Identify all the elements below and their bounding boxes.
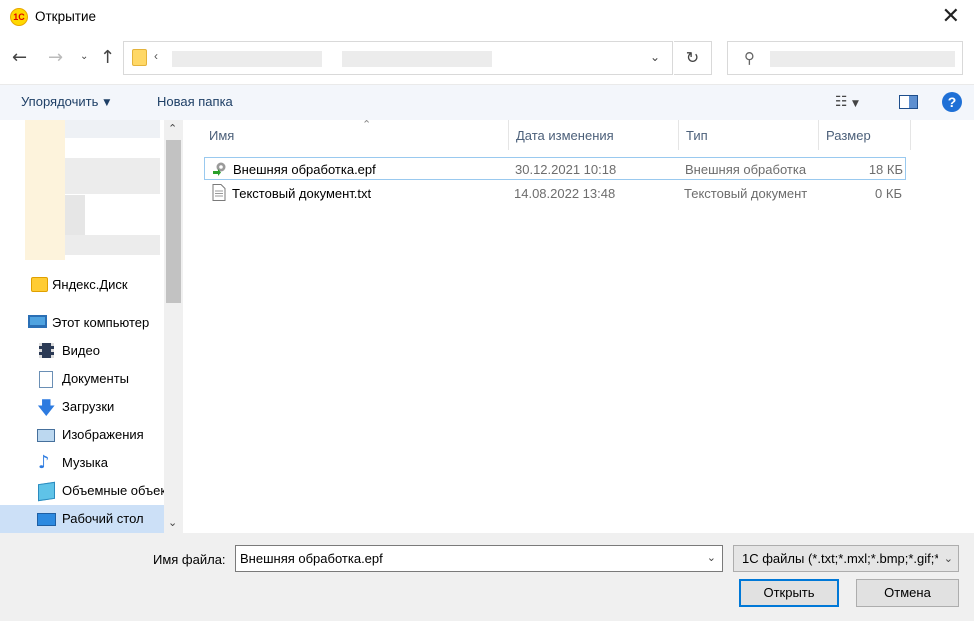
address-path-redacted [342, 51, 492, 67]
filename-input[interactable] [236, 546, 696, 571]
desktop-icon [37, 513, 56, 526]
redacted-area [65, 195, 85, 235]
view-options-icon[interactable]: ☷ ▼ [835, 94, 859, 110]
caret-down-icon: ▼ [103, 98, 111, 108]
sidebar-item-this-pc[interactable]: Этот компьютер [0, 309, 164, 337]
column-header-label: Имя [209, 128, 235, 143]
organize-label: Упорядочить [21, 94, 99, 109]
arrow-up-icon[interactable]: ↑ [100, 47, 115, 68]
dialog-footer: Имя файла: ⌄ 1С файлы (*.txt;*.mxl;*.bmp… [0, 533, 974, 621]
sidebar-item-label: Изображения [62, 427, 144, 442]
navigation-scrollbar[interactable]: ⌃ ⌄ [164, 120, 183, 533]
arrow-left-icon[interactable]: ← [12, 47, 27, 68]
documents-icon [39, 371, 53, 388]
file-type-filter-value: 1С файлы (*.txt;*.mxl;*.bmp;*.gif;*.jpg;… [742, 551, 938, 566]
navigation-pane: Яндекс.Диск Этот компьютер Видео Докумен… [0, 120, 185, 533]
sidebar-item-label: Яндекс.Диск [52, 277, 128, 292]
video-icon [39, 343, 54, 358]
table-row[interactable]: Внешняя обработка.epf 30.12.2021 10:18 В… [204, 157, 906, 180]
window-title: Открытие [35, 9, 97, 24]
organize-button[interactable]: Упорядочить ▼ [21, 94, 110, 109]
column-header-label: Дата изменения [516, 128, 614, 143]
column-header-label: Тип [686, 128, 708, 143]
file-type-filter[interactable]: 1С файлы (*.txt;*.mxl;*.bmp;*.gif;*.jpg;… [733, 545, 959, 572]
yandex-disk-icon [31, 277, 48, 292]
search-placeholder-redacted [770, 51, 955, 67]
external-processing-icon [212, 160, 228, 177]
column-header-type[interactable]: Тип [679, 120, 819, 150]
redacted-area [65, 120, 160, 138]
file-name: Внешняя обработка.epf [233, 162, 376, 177]
toolbar: Упорядочить ▼ Новая папка ☷ ▼ ? [0, 84, 974, 120]
column-header-date[interactable]: Дата изменения [509, 120, 679, 150]
sidebar-item-music[interactable]: ♪ Музыка [0, 449, 164, 477]
address-bar[interactable]: ‹ ⌄ [123, 41, 673, 75]
filename-label: Имя файла: [153, 552, 226, 567]
filename-field[interactable]: ⌄ [235, 545, 723, 572]
downloads-icon: 🡇 [37, 398, 56, 419]
column-header-label: Размер [826, 128, 871, 143]
chevron-down-icon[interactable]: ⌄ [707, 551, 716, 564]
sidebar-item-video[interactable]: Видео [0, 337, 164, 365]
sidebar-item-label: Документы [62, 371, 130, 386]
close-icon[interactable]: ✕ [942, 4, 960, 29]
file-type: Текстовый документ [684, 186, 808, 201]
title-bar: 1С Открытие ✕ [0, 0, 974, 34]
search-input[interactable]: ⚲ [727, 41, 963, 75]
arrow-right-icon[interactable]: → [48, 47, 63, 68]
file-name: Текстовый документ.txt [232, 186, 372, 201]
sidebar-item-label: Рабочий стол [62, 511, 144, 526]
address-separator: ‹ [154, 49, 158, 63]
file-date: 30.12.2021 10:18 [515, 162, 617, 177]
chevron-up-icon[interactable]: ⌃ [168, 122, 177, 135]
table-row[interactable]: Текстовый документ.txt 14.08.2022 13:48 … [204, 182, 906, 205]
sidebar-item-label: Объемные объекты [62, 483, 164, 498]
app-logo-icon: 1С [10, 8, 28, 26]
open-button[interactable]: Открыть [739, 579, 839, 607]
chevron-down-icon[interactable]: ⌄ [650, 50, 660, 64]
file-size: 18 КБ [868, 162, 903, 177]
column-header-name[interactable]: ⌃ Имя [202, 118, 509, 150]
3d-objects-icon [38, 481, 55, 502]
sidebar-item-pictures[interactable]: Изображения [0, 421, 164, 449]
sidebar-item-documents[interactable]: Документы [0, 365, 164, 393]
sort-ascending-icon: ⌃ [362, 118, 372, 131]
sidebar-item-label: Видео [62, 343, 100, 358]
address-path-redacted [172, 51, 322, 67]
cancel-button[interactable]: Отмена [856, 579, 959, 607]
sidebar-item-label: Загрузки [62, 399, 115, 414]
sidebar-item-yandex-disk[interactable]: Яндекс.Диск [0, 271, 164, 299]
redacted-area [65, 235, 160, 255]
sidebar-item-label: Музыка [62, 455, 108, 470]
pictures-icon [37, 429, 55, 442]
redacted-area [25, 120, 65, 260]
file-type: Внешняя обработка [685, 162, 807, 177]
sidebar-item-downloads[interactable]: 🡇 Загрузки [0, 393, 164, 421]
file-list: ⌃ Имя Дата изменения Тип Размер Внешняя … [186, 118, 974, 533]
refresh-icon[interactable]: ↻ [674, 41, 712, 75]
redacted-area [65, 158, 160, 194]
folder-icon [132, 49, 147, 66]
chevron-down-icon[interactable]: ⌄ [80, 51, 88, 62]
music-icon: ♪ [38, 452, 50, 473]
file-date: 14.08.2022 13:48 [514, 186, 616, 201]
chevron-down-icon: ⌄ [943, 552, 953, 565]
sidebar-item-label: Этот компьютер [52, 315, 150, 330]
file-size: 0 КБ [875, 186, 902, 201]
chevron-down-icon[interactable]: ⌄ [168, 516, 177, 529]
sidebar-item-3d-objects[interactable]: Объемные объекты [0, 477, 164, 505]
scrollbar-thumb[interactable] [166, 140, 181, 303]
computer-icon [28, 315, 47, 328]
text-file-icon [211, 184, 227, 201]
help-icon[interactable]: ? [942, 92, 962, 112]
sidebar-item-desktop[interactable]: Рабочий стол [0, 505, 164, 533]
preview-pane-icon[interactable] [899, 95, 918, 109]
search-icon: ⚲ [744, 49, 755, 67]
column-header-size[interactable]: Размер [819, 120, 911, 150]
new-folder-button[interactable]: Новая папка [157, 94, 233, 109]
